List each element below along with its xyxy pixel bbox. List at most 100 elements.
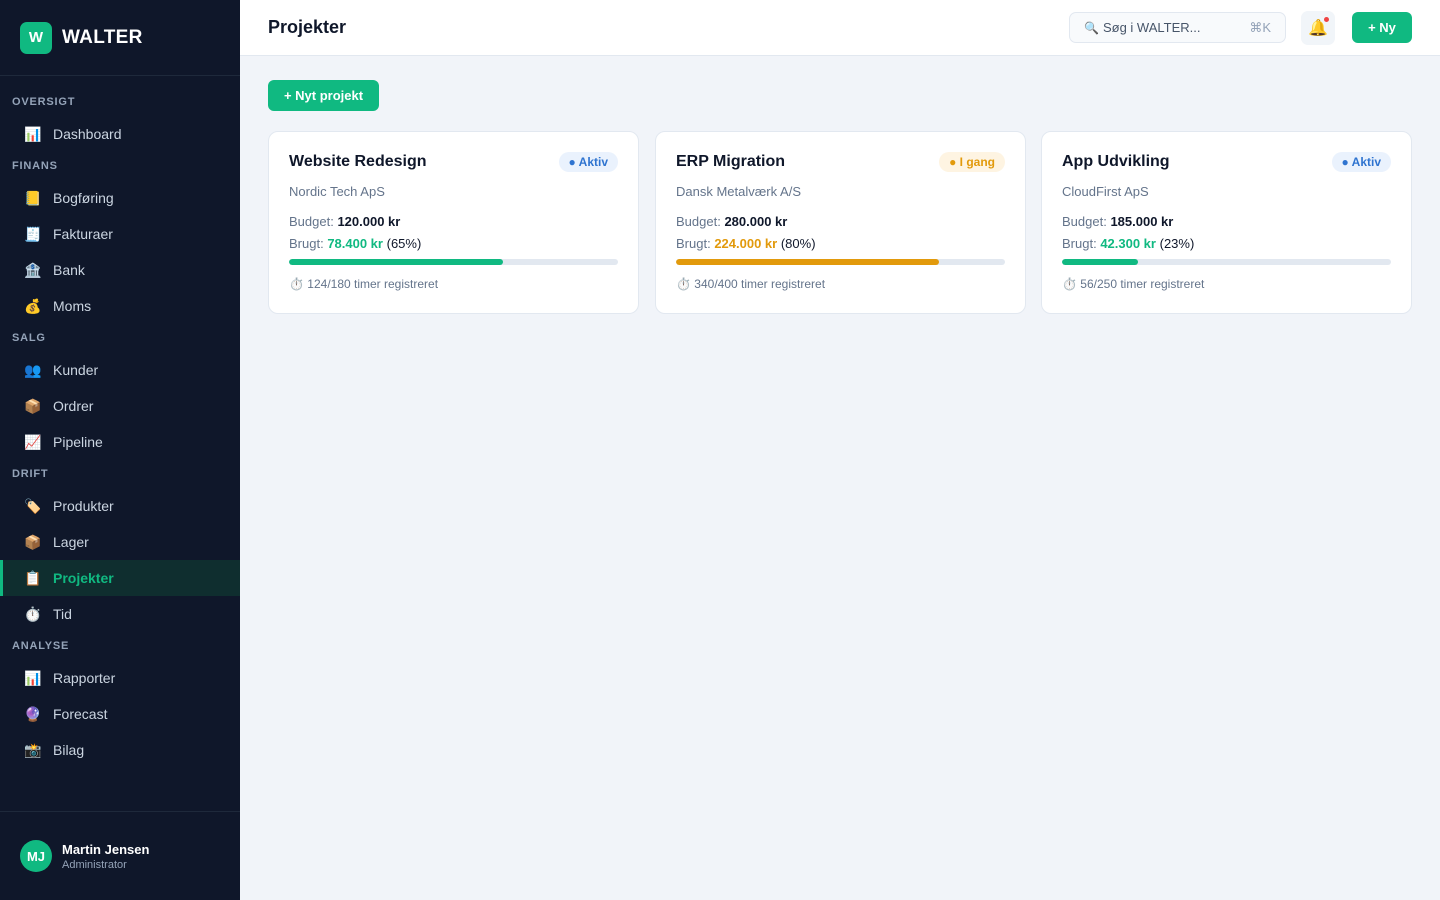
- nav-section-label: FINANS: [12, 160, 58, 172]
- brand-logo: W: [20, 21, 52, 54]
- project-card[interactable]: Website Redesign ● Aktiv Nordic Tech ApS…: [268, 131, 639, 314]
- card-header: ERP Migration ● I gang: [676, 152, 1005, 172]
- sidebar-item-label: Lager: [53, 534, 89, 550]
- used-row: Brugt: 224.000 kr (80%): [676, 236, 1005, 251]
- progress-fill: [1062, 259, 1138, 265]
- stopwatch-icon: ⏱️: [676, 277, 691, 291]
- camera-icon: 📸: [24, 741, 42, 758]
- used-row: Brugt: 42.300 kr (23%): [1062, 236, 1391, 251]
- sidebar-item-bank[interactable]: 🏦 Bank: [0, 252, 240, 288]
- sidebar-item-fakturaer[interactable]: 🧾 Fakturaer: [0, 216, 240, 252]
- search-shortcut: ⌘K: [1249, 20, 1271, 35]
- budget-label: Budget:: [289, 214, 334, 229]
- page-title: Projekter: [268, 17, 347, 37]
- tag-icon: 🏷️: [24, 497, 42, 514]
- progress-fill: [289, 259, 503, 265]
- hours-row: ⏱️ 340/400 timer registreret: [676, 277, 1005, 291]
- budget-progress-bar: [1062, 259, 1391, 265]
- sidebar-item-label: Projekter: [53, 570, 114, 586]
- used-label: Brugt:: [676, 236, 711, 251]
- brand[interactable]: W WALTER: [0, 0, 240, 76]
- sidebar-item-label: Pipeline: [53, 434, 103, 450]
- project-card[interactable]: ERP Migration ● I gang Dansk Metalværk A…: [655, 131, 1026, 314]
- status-badge: ● I gang: [939, 152, 1005, 172]
- notification-dot: [1324, 17, 1329, 22]
- package-icon: 📦: [24, 533, 42, 550]
- package-icon: 📦: [24, 397, 42, 414]
- stopwatch-icon: ⏱️: [1062, 277, 1077, 291]
- new-project-button[interactable]: + Nyt projekt: [268, 80, 379, 111]
- nav-section-label: ANALYSE: [12, 640, 70, 652]
- progress-fill: [676, 259, 940, 265]
- money-bag-icon: 💰: [24, 297, 42, 314]
- status-badge: ● Aktiv: [1331, 152, 1391, 172]
- budget-value: 280.000 kr: [724, 214, 788, 229]
- chart-icon: 📊: [24, 125, 42, 142]
- sidebar-item-ordrer[interactable]: 📦 Ordrer: [0, 388, 240, 424]
- sidebar-item-rapporter[interactable]: 📊 Rapporter: [0, 660, 240, 696]
- sidebar-item-label: Moms: [53, 298, 92, 314]
- sidebar-item-moms[interactable]: 💰 Moms: [0, 288, 240, 324]
- used-percent: (23%): [1159, 236, 1195, 251]
- budget-value: 120.000 kr: [337, 214, 401, 229]
- sidebar-item-projekter[interactable]: 📋 Projekter: [0, 560, 240, 596]
- sidebar-item-label: Bogføring: [53, 190, 114, 206]
- nav-section-label: DRIFT: [12, 468, 49, 480]
- receipt-icon: 🧾: [24, 225, 42, 242]
- sidebar-nav: OVERSIGT 📊 Dashboard FINANS 📒 Bogføring 🧾 Faktu…: [0, 76, 240, 768]
- hours-row: ⏱️ 124/180 timer registreret: [289, 277, 618, 291]
- used-percent: (65%): [386, 236, 422, 251]
- clipboard-icon: 📋: [24, 569, 42, 586]
- sidebar-item-lager[interactable]: 📦 Lager: [0, 524, 240, 560]
- budget-label: Budget:: [1062, 214, 1107, 229]
- bank-icon: 🏦: [24, 261, 42, 278]
- budget-progress-bar: [676, 259, 1005, 265]
- search-placeholder: Søg i WALTER...: [1102, 20, 1201, 35]
- search-input[interactable]: 🔍 Søg i WALTER... ⌘K: [1069, 12, 1286, 43]
- sidebar-item-label: Bank: [53, 262, 85, 278]
- used-value: 78.400 kr: [327, 236, 383, 251]
- users-icon: 👥: [24, 361, 42, 378]
- sidebar-item-label: Dashboard: [53, 126, 122, 142]
- sidebar-item-label: Produkter: [53, 498, 114, 514]
- sidebar-item-kunder[interactable]: 👥 Kunder: [0, 352, 240, 388]
- project-client: CloudFirst ApS: [1062, 184, 1149, 199]
- hours-text: 124/180 timer registreret: [307, 277, 439, 291]
- sidebar-item-produkter[interactable]: 🏷️ Produkter: [0, 488, 240, 524]
- project-name: Website Redesign: [289, 153, 427, 170]
- nav-section-label: SALG: [12, 332, 46, 344]
- sidebar-item-bilag[interactable]: 📸 Bilag: [0, 732, 240, 768]
- budget-value: 185.000 kr: [1110, 214, 1174, 229]
- avatar: MJ: [20, 840, 52, 872]
- used-value: 224.000 kr: [714, 236, 778, 251]
- notifications-button[interactable]: 🔔: [1301, 11, 1335, 45]
- sidebar-item-bogf-ring[interactable]: 📒 Bogføring: [0, 180, 240, 216]
- sidebar-item-dashboard[interactable]: 📊 Dashboard: [0, 116, 240, 152]
- used-label: Brugt:: [289, 236, 324, 251]
- brand-name: WALTER: [62, 26, 143, 48]
- sidebar-item-label: Bilag: [53, 742, 85, 758]
- stopwatch-icon: ⏱️: [289, 277, 304, 291]
- sidebar-item-label: Tid: [53, 606, 72, 622]
- sidebar-item-label: Forecast: [53, 706, 108, 722]
- hours-text: 340/400 timer registreret: [694, 277, 826, 291]
- hours-row: ⏱️ 56/250 timer registreret: [1062, 277, 1391, 291]
- user-profile[interactable]: MJ Martin Jensen Administrator: [0, 811, 240, 900]
- user-role: Administrator: [62, 858, 127, 871]
- sidebar-item-pipeline[interactable]: 📈 Pipeline: [0, 424, 240, 460]
- project-card[interactable]: App Udvikling ● Aktiv CloudFirst ApS Bud…: [1041, 131, 1412, 314]
- new-button[interactable]: + Ny: [1352, 12, 1412, 43]
- stopwatch-icon: ⏱️: [24, 605, 42, 622]
- project-client: Dansk Metalværk A/S: [676, 184, 801, 199]
- sidebar-item-tid[interactable]: ⏱️ Tid: [0, 596, 240, 632]
- sidebar-item-forecast[interactable]: 🔮 Forecast: [0, 696, 240, 732]
- nav-section-label: OVERSIGT: [12, 96, 76, 108]
- sidebar-item-label: Fakturaer: [53, 226, 113, 242]
- project-name: App Udvikling: [1062, 153, 1170, 170]
- budget-row: Budget: 185.000 kr: [1062, 214, 1391, 229]
- budget-progress-bar: [289, 259, 618, 265]
- card-header: App Udvikling ● Aktiv: [1062, 152, 1391, 172]
- budget-label: Budget:: [676, 214, 721, 229]
- trend-icon: 📈: [24, 433, 42, 450]
- status-badge: ● Aktiv: [558, 152, 618, 172]
